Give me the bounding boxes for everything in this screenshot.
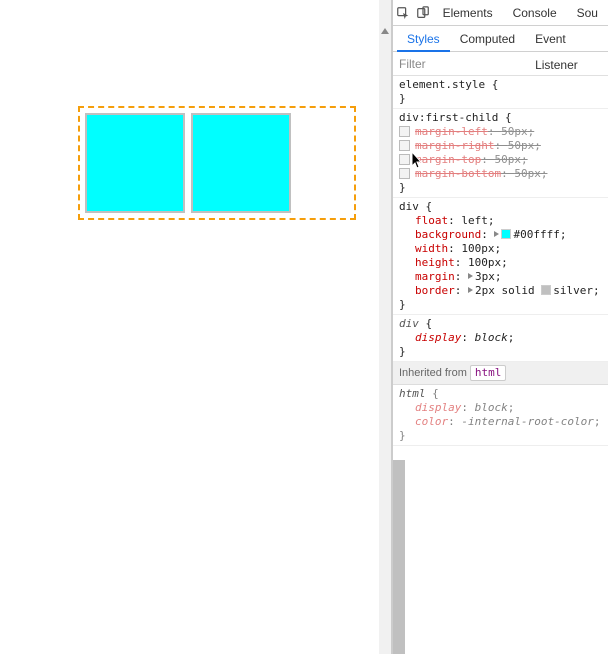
css-rule[interactable]: div:first-child {margin-left: 50px;margi…	[393, 109, 608, 198]
mouse-cursor-icon	[412, 152, 424, 170]
property-toggle-checkbox[interactable]	[399, 126, 410, 137]
css-selector[interactable]: html	[399, 387, 426, 400]
css-property[interactable]: border	[415, 284, 455, 297]
demo-box	[85, 113, 185, 213]
css-value[interactable]: 50px	[508, 139, 535, 152]
css-property[interactable]: margin-right	[415, 139, 494, 152]
css-property[interactable]: margin	[415, 270, 455, 283]
scroll-up-arrow-icon[interactable]	[381, 28, 389, 34]
tab-elements[interactable]: Elements	[433, 0, 503, 26]
css-declaration[interactable]: margin: 3px;	[399, 270, 602, 284]
css-declaration[interactable]: margin-top: 50px;	[399, 153, 602, 167]
property-toggle-checkbox[interactable]	[399, 168, 410, 179]
css-value[interactable]: left	[461, 214, 488, 227]
css-rule[interactable]: div {display: block;}	[393, 315, 608, 362]
css-property[interactable]: display	[415, 401, 461, 414]
css-property[interactable]: color	[415, 415, 448, 428]
expand-shorthand-icon[interactable]	[494, 231, 499, 237]
css-value[interactable]: -internal-root-color	[461, 415, 593, 428]
css-value[interactable]: 50px	[514, 167, 541, 180]
styles-subtabs: Styles Computed Event Listener	[393, 26, 608, 52]
expand-shorthand-icon[interactable]	[468, 273, 473, 279]
inherited-tag[interactable]: html	[470, 365, 507, 381]
highlighted-element-outline	[78, 106, 356, 220]
css-property[interactable]: margin-top	[415, 153, 481, 166]
color-swatch-icon[interactable]	[501, 229, 511, 239]
css-property[interactable]: background	[415, 228, 481, 241]
demo-box	[191, 113, 291, 213]
inherited-label: Inherited from	[399, 367, 470, 379]
css-declaration[interactable]: margin-right: 50px;	[399, 139, 602, 153]
subtab-styles[interactable]: Styles	[397, 26, 450, 52]
css-value[interactable]: 50px	[494, 153, 521, 166]
tab-console[interactable]: Console	[503, 0, 567, 26]
property-toggle-checkbox[interactable]	[399, 140, 410, 151]
devtools-panel: Elements Console Sou Styles Computed Eve…	[392, 0, 608, 654]
tab-sources[interactable]: Sou	[567, 0, 608, 26]
css-declaration[interactable]: background: #00ffff;	[399, 228, 602, 242]
css-value[interactable]: 50px	[501, 125, 528, 138]
inherited-from-bar: Inherited from html	[393, 362, 608, 385]
css-declaration[interactable]: display: block;	[399, 331, 602, 345]
subtab-computed[interactable]: Computed	[450, 26, 525, 52]
css-value[interactable]: 100px	[468, 256, 501, 269]
css-property[interactable]: width	[415, 242, 448, 255]
css-selector[interactable]: div	[399, 317, 419, 330]
css-declaration[interactable]: width: 100px;	[399, 242, 602, 256]
color-swatch-icon[interactable]	[541, 285, 551, 295]
css-value[interactable]: 2px solid	[475, 284, 541, 297]
page-viewport	[0, 0, 392, 654]
css-property[interactable]: height	[415, 256, 455, 269]
inspect-element-icon[interactable]	[393, 0, 413, 26]
css-property[interactable]: float	[415, 214, 448, 227]
css-selector[interactable]: div	[399, 200, 419, 213]
css-value[interactable]: #00ffff	[513, 228, 559, 241]
styles-filter	[393, 52, 608, 76]
css-property[interactable]: margin-left	[415, 125, 488, 138]
css-selector[interactable]: div:first-child	[399, 111, 498, 124]
css-declaration[interactable]: color: -internal-root-color;	[399, 415, 602, 429]
expand-shorthand-icon[interactable]	[468, 287, 473, 293]
css-value[interactable]: block	[475, 401, 508, 414]
css-declaration[interactable]: margin-left: 50px;	[399, 125, 602, 139]
styles-scrollbar[interactable]	[393, 460, 405, 654]
css-declaration[interactable]: display: block;	[399, 401, 602, 415]
devtools-topbar: Elements Console Sou	[393, 0, 608, 26]
css-value[interactable]: block	[475, 331, 508, 344]
css-property[interactable]: margin-bottom	[415, 167, 501, 180]
styles-filter-input[interactable]	[393, 55, 608, 73]
css-rule[interactable]: element.style {}	[393, 76, 608, 109]
css-declaration[interactable]: border: 2px solid silver;	[399, 284, 602, 298]
viewport-scrollbar[interactable]	[379, 0, 391, 654]
css-rule[interactable]: html {display: block;color: -internal-ro…	[393, 385, 608, 446]
css-rule[interactable]: div {float: left;background: #00ffff;wid…	[393, 198, 608, 315]
toggle-device-icon[interactable]	[413, 0, 433, 26]
css-property[interactable]: display	[415, 331, 461, 344]
css-selector[interactable]: element.style	[399, 78, 485, 91]
css-declaration[interactable]: float: left;	[399, 214, 602, 228]
subtab-event-listeners[interactable]: Event Listener	[525, 26, 608, 52]
property-toggle-checkbox[interactable]	[399, 154, 410, 165]
devtools-tabs: Elements Console Sou	[433, 0, 608, 26]
css-value[interactable]: 100px	[461, 242, 494, 255]
css-declaration[interactable]: margin-bottom: 50px;	[399, 167, 602, 181]
css-value[interactable]: 3px	[475, 270, 495, 283]
css-declaration[interactable]: height: 100px;	[399, 256, 602, 270]
styles-pane: element.style {}div:first-child {margin-…	[393, 76, 608, 654]
